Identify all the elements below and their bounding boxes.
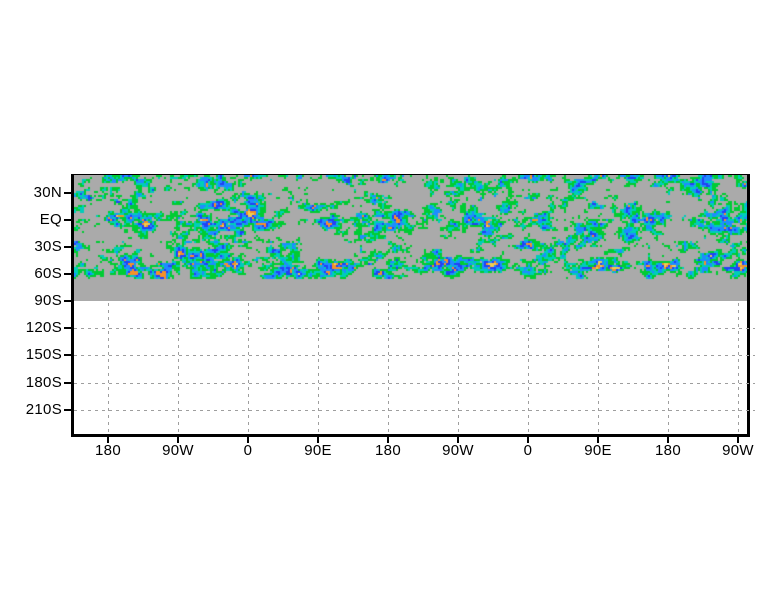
- vertical-gridline: [738, 303, 739, 434]
- y-axis-tick: [64, 246, 71, 248]
- x-axis-line: [71, 434, 750, 437]
- plot-frame-right-border: [747, 174, 750, 437]
- y-axis-tick-label: 150S: [25, 346, 62, 363]
- y-axis-tick-label: 210S: [25, 401, 62, 418]
- x-axis-tick-label: 90W: [162, 442, 194, 459]
- x-axis-tick-label: 180: [95, 442, 121, 459]
- y-axis-tick-label: 30S: [34, 238, 62, 255]
- x-axis-tick-label: 180: [375, 442, 401, 459]
- x-axis-tick-label: 180: [655, 442, 681, 459]
- vertical-gridline: [178, 303, 179, 434]
- vertical-gridline: [108, 303, 109, 434]
- horizontal-gridline: [74, 410, 755, 411]
- horizontal-gridline: [74, 383, 755, 384]
- y-axis-tick: [64, 273, 71, 275]
- y-axis-line: [71, 174, 74, 437]
- x-axis-tick-label: 0: [523, 442, 533, 459]
- y-axis-tick: [64, 192, 71, 194]
- shaded-field-canvas: [74, 175, 750, 301]
- x-axis-tick-label: 90W: [442, 442, 474, 459]
- horizontal-gridline: [74, 355, 755, 356]
- grads-plot-figure: 30N EQ 30S 60S 90S 120S 150S 180S 210S 180 90W 0 90E…: [0, 0, 784, 612]
- x-axis-tick-label: 0: [243, 442, 253, 459]
- x-axis-tick-label: 90W: [722, 442, 754, 459]
- vertical-gridline: [668, 303, 669, 434]
- y-axis-tick-label: 30N: [33, 184, 62, 201]
- vertical-gridline: [388, 303, 389, 434]
- y-axis-tick: [64, 219, 71, 221]
- vertical-gridline: [248, 303, 249, 434]
- plot-frame-top-border: [71, 174, 750, 175]
- y-axis-tick: [64, 327, 71, 329]
- y-axis-tick-label: 60S: [34, 265, 62, 282]
- horizontal-gridline: [74, 328, 755, 329]
- vertical-gridline: [528, 303, 529, 434]
- y-axis-tick-label: EQ: [39, 211, 62, 228]
- y-axis-tick-label: 120S: [25, 319, 62, 336]
- y-axis-tick: [64, 409, 71, 411]
- y-axis-tick: [64, 382, 71, 384]
- y-axis-tick: [64, 300, 71, 302]
- x-axis-tick-label: 90E: [304, 442, 332, 459]
- y-axis-tick-label: 180S: [25, 374, 62, 391]
- vertical-gridline: [598, 303, 599, 434]
- vertical-gridline: [318, 303, 319, 434]
- vertical-gridline: [458, 303, 459, 434]
- x-axis-tick-label: 90E: [584, 442, 612, 459]
- y-axis-tick: [64, 354, 71, 356]
- y-axis-tick-label: 90S: [34, 292, 62, 309]
